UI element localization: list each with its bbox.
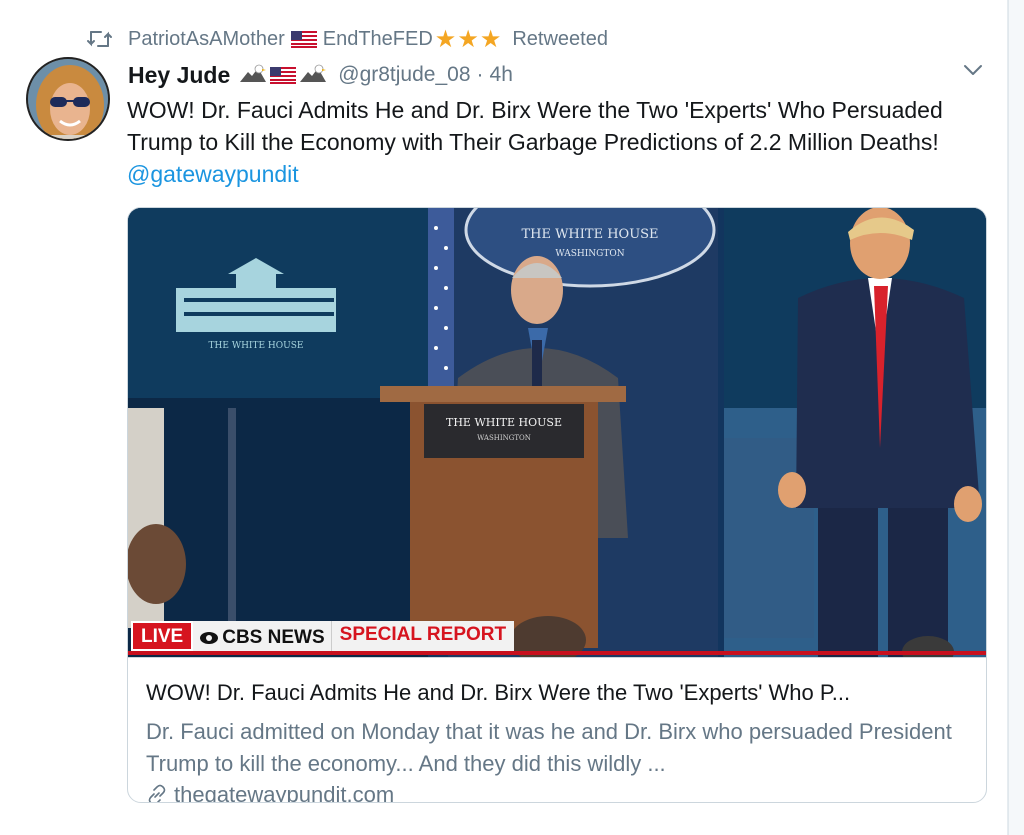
retweeted-label: Retweeted bbox=[512, 27, 608, 50]
link-icon bbox=[148, 784, 166, 802]
retweet-icon bbox=[87, 31, 112, 47]
us-flag-icon bbox=[290, 30, 317, 48]
live-badge: LIVE bbox=[131, 621, 194, 651]
news-lower-third: LIVE CBS NEWS SPECIAL REPORT bbox=[131, 621, 515, 651]
display-name[interactable]: Hey Jude bbox=[128, 62, 230, 89]
eagle-icon bbox=[240, 64, 267, 82]
card-title: WOW! Dr. Fauci Admits He and Dr. Birx We… bbox=[146, 680, 851, 705]
link-card[interactable]: THE WHITE HOUSE THE WHITE HOUSE WASHINGT… bbox=[127, 207, 987, 803]
card-text-area[interactable]: WOW! Dr. Fauci Admits He and Dr. Birx We… bbox=[128, 657, 986, 803]
podium-subtext: WASHINGTON bbox=[477, 434, 531, 442]
timestamp[interactable]: 4h bbox=[490, 63, 513, 87]
lower-third-line bbox=[128, 651, 986, 655]
us-flag-icon bbox=[270, 66, 297, 84]
page-edge bbox=[1008, 0, 1024, 835]
retweeter-name-1[interactable]: PatriotAsAMother bbox=[128, 28, 285, 51]
cbs-eye-icon bbox=[200, 631, 219, 644]
star-icons: ★★★ bbox=[434, 25, 503, 53]
mention-link[interactable]: @gatewaypundit bbox=[127, 161, 299, 187]
separator-dot: · bbox=[476, 63, 484, 86]
retweet-context: PatriotAsAMother EndTheFED ★★★ Retweeted bbox=[86, 24, 608, 54]
seal-text: THE WHITE HOUSE bbox=[521, 227, 658, 242]
tweet[interactable]: PatriotAsAMother EndTheFED ★★★ Retweeted… bbox=[0, 0, 1008, 835]
avatar-image bbox=[28, 59, 108, 139]
podium-text: THE WHITE HOUSE bbox=[446, 416, 562, 429]
chevron-down-icon[interactable] bbox=[962, 62, 984, 78]
network-name: CBS NEWS bbox=[222, 626, 325, 648]
tweet-header: Hey Jude @gr8tjude_08 · 4h bbox=[128, 58, 513, 92]
avatar[interactable] bbox=[26, 57, 110, 141]
eagle-icon bbox=[300, 64, 327, 82]
seal-subtext: WASHINGTON bbox=[555, 249, 624, 259]
tweet-text: WOW! Dr. Fauci Admits He and Dr. Birx We… bbox=[127, 94, 997, 190]
user-handle[interactable]: @gr8tjude_08 bbox=[338, 63, 470, 87]
card-description: Dr. Fauci admitted on Monday that it was… bbox=[146, 719, 952, 776]
backdrop-text: THE WHITE HOUSE bbox=[209, 341, 304, 351]
tweet-body: WOW! Dr. Fauci Admits He and Dr. Birx We… bbox=[127, 97, 943, 155]
retweeter-name-2[interactable]: EndTheFED bbox=[323, 28, 433, 51]
press-briefing-image: THE WHITE HOUSE THE WHITE HOUSE WASHINGT… bbox=[128, 208, 986, 657]
card-domain-text: thegatewaypundit.com bbox=[174, 782, 395, 803]
special-report-label: SPECIAL REPORT bbox=[330, 621, 515, 651]
network-logo: CBS NEWS bbox=[193, 621, 331, 651]
name-emojis bbox=[238, 62, 328, 88]
card-image[interactable]: THE WHITE HOUSE THE WHITE HOUSE WASHINGT… bbox=[128, 208, 986, 657]
card-domain: thegatewaypundit.com bbox=[146, 782, 395, 803]
podium: THE WHITE HOUSE WASHINGTON bbox=[380, 386, 626, 648]
